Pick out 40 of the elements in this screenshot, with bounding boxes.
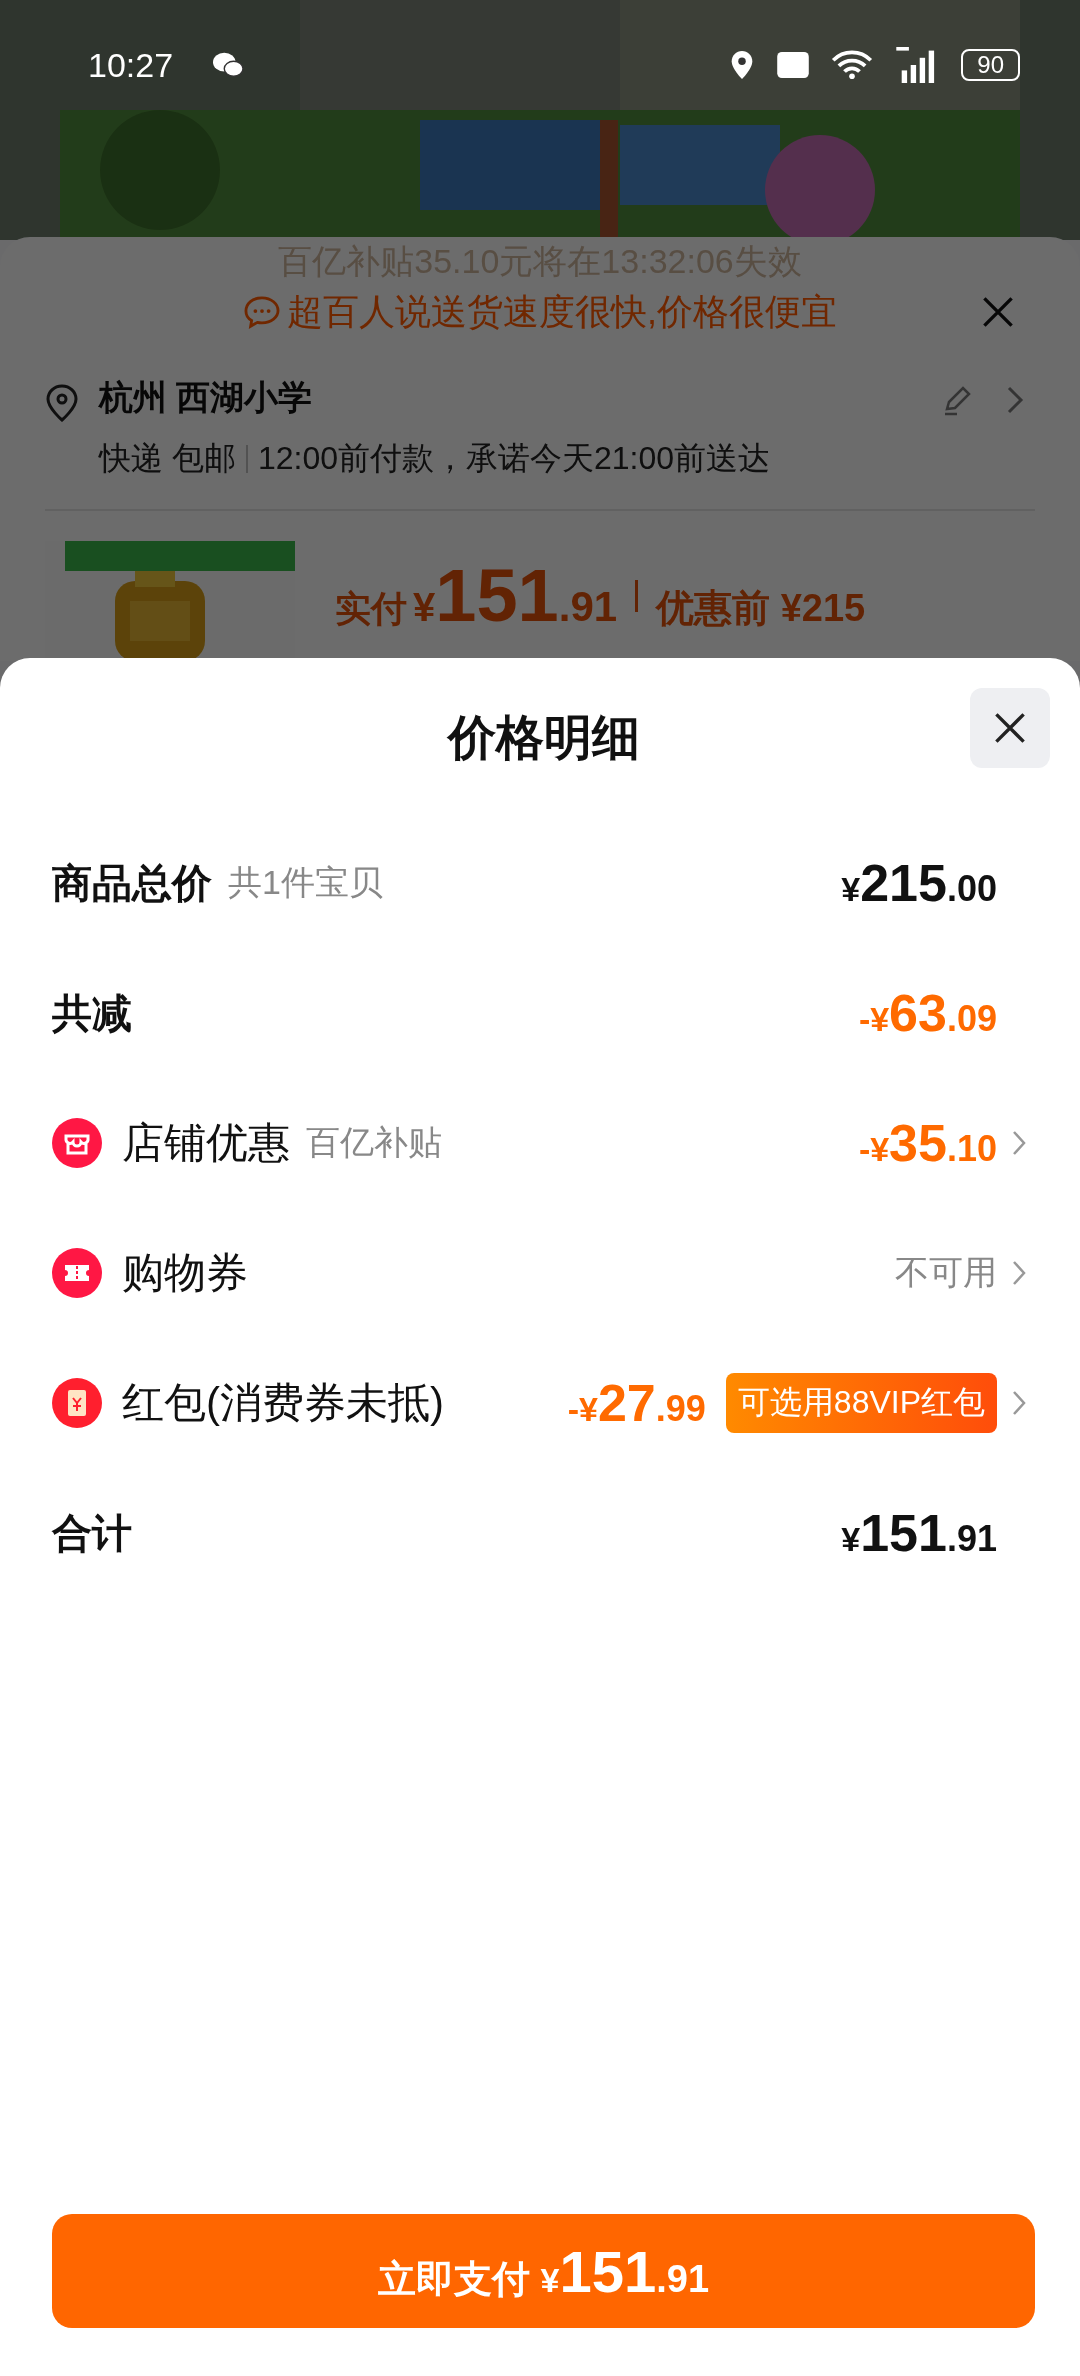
row-label: 店铺优惠 xyxy=(122,1118,290,1168)
chevron-right-icon[interactable] xyxy=(1011,1389,1027,1417)
close-icon xyxy=(993,711,1027,745)
price-amount: ¥215.00 xyxy=(841,853,997,913)
ticket-icon xyxy=(52,1248,102,1298)
chevron-right-icon[interactable] xyxy=(1011,1259,1027,1287)
wifi-icon xyxy=(831,50,874,80)
store-icon xyxy=(52,1118,102,1168)
row-label: 合计 xyxy=(52,1509,132,1557)
review-tip: 超百人说送货速度很快,价格很便宜 xyxy=(287,289,837,334)
row-label: 商品总价 xyxy=(52,859,212,907)
price-amount: -¥35.10 xyxy=(858,1113,997,1173)
close-button[interactable] xyxy=(970,688,1050,768)
chat-bubbles-icon xyxy=(211,50,246,80)
row-label: 共减 xyxy=(52,989,132,1037)
vip-coupon-button[interactable]: 可选用88VIP红包 xyxy=(725,1373,997,1433)
location-pin-icon xyxy=(45,383,79,423)
envelope-icon xyxy=(52,1378,102,1428)
chevron-right-icon[interactable] xyxy=(1005,385,1025,415)
delivery-promise: 12:00前付款，承诺今天21:00前送达 xyxy=(257,439,771,478)
row-note: 百亿补贴 xyxy=(306,1122,442,1163)
shipping-method: 快递 包邮 xyxy=(99,439,236,478)
chat-bubble-icon xyxy=(243,295,281,329)
status-text: 不可用 xyxy=(895,1252,997,1293)
sheet-title: 价格明细 xyxy=(447,710,640,766)
pay-button[interactable]: 立即支付 ¥151.91 xyxy=(52,2214,1035,2328)
row-label: 购物券 xyxy=(122,1248,248,1298)
original-price: 优惠前 ¥215 xyxy=(656,586,866,631)
paid-price: ¥151.91 xyxy=(413,553,618,638)
row-label: 红包(消费券未抵) xyxy=(122,1378,444,1428)
price-amount: -¥27.99 xyxy=(567,1373,706,1433)
row-note: 共1件宝贝 xyxy=(228,862,383,903)
delivery-address[interactable]: 杭州 西湖小学 xyxy=(99,375,941,421)
status-time: 10:27 xyxy=(88,45,174,85)
paid-label: 实付 xyxy=(335,587,407,631)
price-amount: ¥151.91 xyxy=(841,1503,997,1563)
battery-indicator: 90 xyxy=(961,49,1020,81)
price-amount: -¥63.09 xyxy=(858,983,997,1043)
close-icon[interactable] xyxy=(981,295,1015,329)
chevron-right-icon[interactable] xyxy=(1011,1129,1027,1157)
